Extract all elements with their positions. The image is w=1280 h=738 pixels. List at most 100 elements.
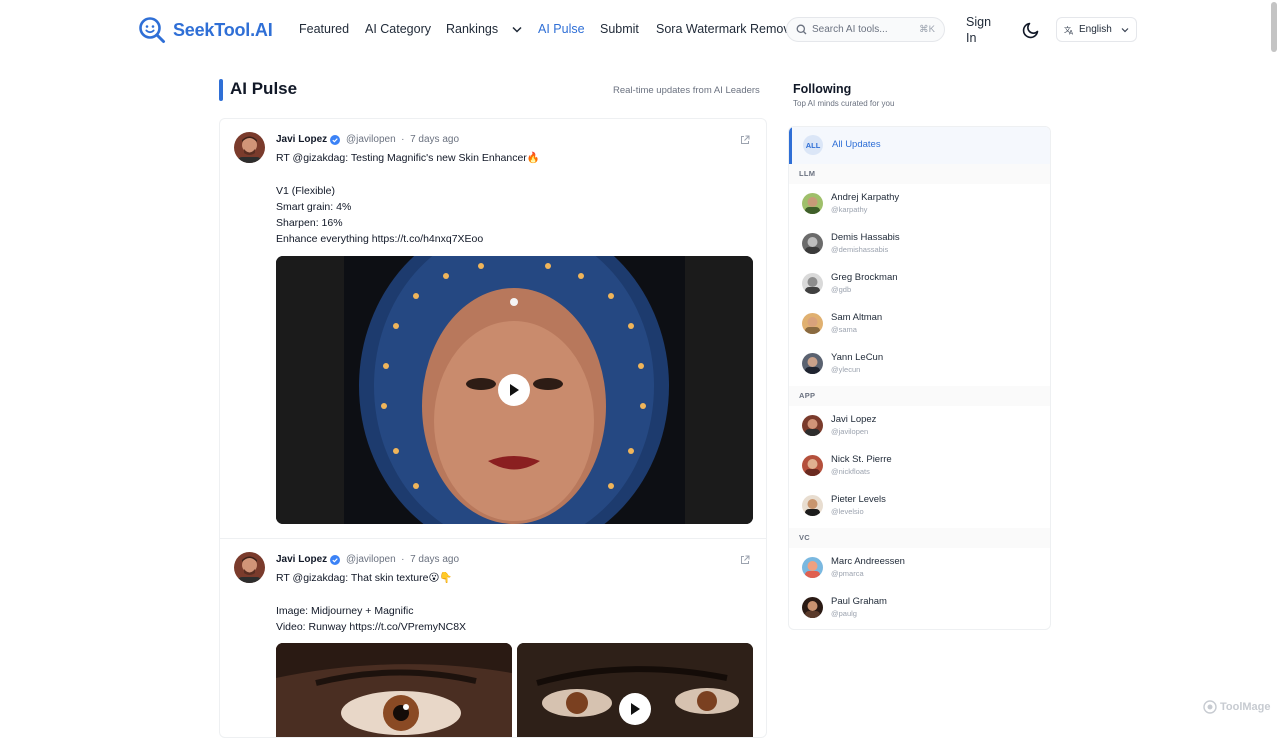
post-text: RT @gizakdag: That skin texture😮👇 Image:… bbox=[276, 570, 466, 635]
nav-featured[interactable]: Featured bbox=[299, 22, 349, 36]
avatar bbox=[802, 313, 823, 334]
avatar bbox=[802, 353, 823, 374]
following-item[interactable]: Yann LeCun @ylecun bbox=[789, 344, 1050, 384]
person-handle: @pmarca bbox=[831, 569, 864, 578]
category-header: LLM bbox=[789, 164, 1050, 184]
post-meta: @javilopen · 7 days ago bbox=[346, 134, 460, 145]
chevron-down-icon bbox=[512, 27, 522, 33]
scrollbar[interactable] bbox=[1271, 2, 1277, 52]
play-icon bbox=[510, 384, 519, 396]
logo-text: SeekTool.AI bbox=[173, 19, 273, 40]
sidebar-subtitle: Top AI minds curated for you bbox=[793, 99, 895, 108]
post-text: RT @gizakdag: Testing Magnific's new Ski… bbox=[276, 150, 540, 248]
sign-in-link[interactable]: Sign In bbox=[966, 14, 994, 46]
site-header: SeekTool.AI Featured AI Category Ranking… bbox=[0, 0, 1280, 58]
following-item[interactable]: Javi Lopez @javilopen bbox=[789, 406, 1050, 446]
language-select[interactable]: 文A English bbox=[1056, 17, 1137, 42]
logo[interactable]: SeekTool.AI bbox=[138, 16, 273, 44]
chevron-down-icon bbox=[1121, 27, 1129, 32]
avatar bbox=[802, 495, 823, 516]
avatar bbox=[802, 597, 823, 618]
person-handle: @nickfloats bbox=[831, 467, 870, 476]
verified-icon bbox=[330, 135, 340, 145]
following-item[interactable]: Greg Brockman @gdb bbox=[789, 264, 1050, 304]
avatar[interactable] bbox=[234, 552, 265, 583]
external-link-icon[interactable] bbox=[740, 555, 750, 565]
person-handle: @sama bbox=[831, 325, 857, 334]
following-item[interactable]: Marc Andreessen @pmarca bbox=[789, 548, 1050, 588]
following-item[interactable]: Paul Graham @paulg bbox=[789, 588, 1050, 628]
watermark-logo-icon bbox=[1203, 700, 1217, 714]
sidebar-title: Following bbox=[793, 82, 852, 96]
person-name: Pieter Levels bbox=[831, 494, 886, 505]
following-item[interactable]: Demis Hassabis @demishassabis bbox=[789, 224, 1050, 264]
person-name: Greg Brockman bbox=[831, 272, 898, 283]
post[interactable]: Javi Lopez @javilopen · 7 days ago RT @g… bbox=[220, 119, 766, 538]
all-badge: ALL bbox=[803, 135, 823, 155]
avatar bbox=[802, 233, 823, 254]
avatar bbox=[802, 557, 823, 578]
post-line[interactable]: Enhance everything https://t.co/h4nxq7XE… bbox=[276, 231, 540, 247]
post-meta: @javilopen · 7 days ago bbox=[346, 554, 460, 565]
verified-icon bbox=[330, 555, 340, 565]
avatar bbox=[802, 193, 823, 214]
all-updates-label: All Updates bbox=[832, 139, 881, 150]
nav-rankings-label: Rankings bbox=[446, 22, 499, 36]
image-thumbnail[interactable] bbox=[276, 643, 512, 737]
nav-ai-pulse[interactable]: AI Pulse bbox=[538, 22, 585, 36]
avatar bbox=[802, 273, 823, 294]
watermark-text: ToolMage bbox=[1220, 701, 1271, 713]
nav-ai-category[interactable]: AI Category bbox=[365, 22, 431, 36]
title-accent-bar bbox=[219, 79, 223, 101]
avatar bbox=[802, 455, 823, 476]
person-handle: @karpathy bbox=[831, 205, 868, 214]
person-handle: @demishassabis bbox=[831, 245, 889, 254]
play-button[interactable] bbox=[498, 374, 530, 406]
person-handle: @levelsio bbox=[831, 507, 864, 516]
nav-rankings[interactable]: Rankings bbox=[446, 22, 522, 36]
post-line: RT @gizakdag: That skin texture😮👇 bbox=[276, 572, 453, 584]
play-button[interactable] bbox=[619, 693, 651, 725]
post-line: Sharpen: 16% bbox=[276, 217, 343, 230]
person-name: Yann LeCun bbox=[831, 352, 884, 363]
eye-image bbox=[276, 643, 512, 737]
moon-icon[interactable] bbox=[1022, 20, 1041, 39]
following-list: ALL All Updates LLM Andrej Karpathy @kar… bbox=[788, 126, 1051, 630]
all-updates-item[interactable]: ALL All Updates bbox=[789, 127, 1050, 164]
following-item[interactable]: Nick St. Pierre @nickfloats bbox=[789, 446, 1050, 486]
watermark: ToolMage bbox=[1203, 700, 1271, 714]
person-handle: @gdb bbox=[831, 285, 852, 294]
search-placeholder: Search AI tools... bbox=[812, 24, 888, 35]
person-name: Sam Altman bbox=[831, 312, 883, 323]
nav-sora-watermark-remover[interactable]: Sora Watermark Remover bbox=[656, 22, 801, 36]
person-name: Andrej Karpathy bbox=[831, 192, 900, 203]
author-name[interactable]: Javi Lopez bbox=[276, 134, 327, 145]
post[interactable]: Javi Lopez @javilopen · 7 days ago RT @g… bbox=[220, 539, 766, 737]
search-input[interactable]: Search AI tools... ⌘K bbox=[786, 17, 945, 42]
following-item[interactable]: Pieter Levels @levelsio bbox=[789, 486, 1050, 526]
nav-submit[interactable]: Submit bbox=[600, 22, 639, 36]
magnifier-smile-icon bbox=[139, 17, 165, 43]
post-line: Image: Midjourney + Magnific bbox=[276, 604, 414, 617]
category-header: APP bbox=[789, 386, 1050, 406]
play-icon bbox=[631, 703, 640, 715]
following-item[interactable]: Andrej Karpathy @karpathy bbox=[789, 184, 1050, 224]
search-shortcut: ⌘K bbox=[919, 24, 935, 35]
avatar bbox=[802, 415, 823, 436]
post-time: 7 days ago bbox=[410, 134, 460, 145]
video-player[interactable] bbox=[276, 256, 753, 524]
author-name[interactable]: Javi Lopez bbox=[276, 554, 327, 565]
avatar[interactable] bbox=[234, 132, 265, 163]
person-handle: @javilopen bbox=[831, 427, 869, 436]
video-player[interactable] bbox=[517, 643, 753, 737]
post-line bbox=[276, 166, 540, 182]
person-name: Paul Graham bbox=[831, 596, 887, 607]
page-title: AI Pulse bbox=[230, 79, 298, 98]
post-line[interactable]: Video: Runway https://t.co/VPremyNC8X bbox=[276, 619, 466, 635]
person-handle: @paulg bbox=[831, 609, 857, 618]
person-name: Javi Lopez bbox=[831, 414, 877, 425]
following-item[interactable]: Sam Altman @sama bbox=[789, 304, 1050, 344]
author-handle: @javilopen bbox=[346, 134, 396, 145]
post-time: 7 days ago bbox=[410, 554, 460, 565]
external-link-icon[interactable] bbox=[740, 135, 750, 145]
